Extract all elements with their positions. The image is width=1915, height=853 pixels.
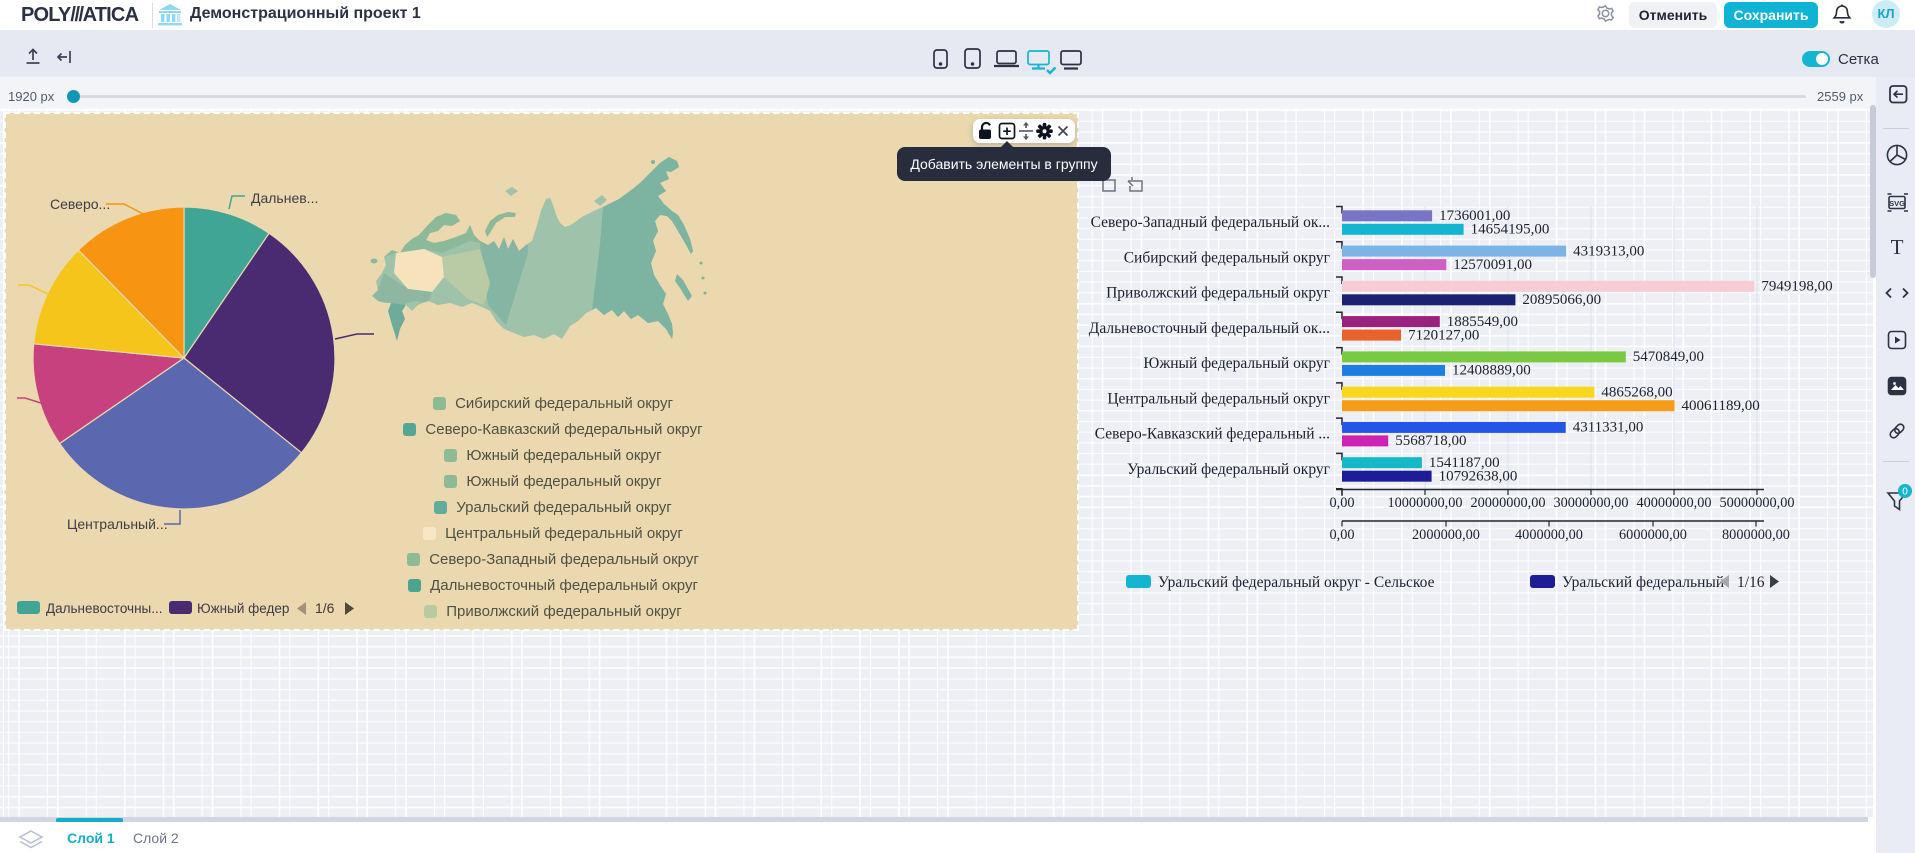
svg-text:Северо-Кавказский федеральный: Северо-Кавказский федеральный ... bbox=[1095, 426, 1330, 443]
svg-text:7120127,00: 7120127,00 bbox=[1408, 327, 1479, 343]
svg-text:Южный федеральный округ: Южный федеральный округ bbox=[1143, 355, 1330, 372]
svg-text:Уральский федеральный округ: Уральский федеральный округ bbox=[1127, 461, 1330, 478]
svg-text:40000000,00: 40000000,00 bbox=[1636, 495, 1711, 511]
svg-text:7949198,00: 7949198,00 bbox=[1761, 279, 1832, 295]
svg-text:5470849,00: 5470849,00 bbox=[1633, 349, 1704, 365]
svg-text:0: 0 bbox=[1902, 487, 1908, 498]
svg-text:Северо...: Северо... bbox=[50, 196, 110, 212]
svg-text:Центральный федеральный округ: Центральный федеральный округ bbox=[1107, 390, 1330, 407]
svg-text:4311331,00: 4311331,00 bbox=[1573, 420, 1644, 436]
svg-text:4865268,00: 4865268,00 bbox=[1601, 385, 1672, 401]
svg-text:20000000,00: 20000000,00 bbox=[1470, 495, 1545, 511]
svg-text:14654195,00: 14654195,00 bbox=[1471, 222, 1550, 238]
svg-text:10000000,00: 10000000,00 bbox=[1387, 495, 1462, 511]
svg-text:5568718,00: 5568718,00 bbox=[1395, 433, 1466, 449]
svg-text:8000000,00: 8000000,00 bbox=[1722, 527, 1790, 543]
svg-text:4319313,00: 4319313,00 bbox=[1573, 243, 1644, 259]
svg-text:Сибирский федеральный округ: Сибирский федеральный округ bbox=[1124, 249, 1330, 266]
svg-text:Центральный...: Центральный... bbox=[67, 516, 168, 532]
svg-text:T: T bbox=[1891, 235, 1904, 259]
svg-text:Уральский федеральный округ -: Уральский федеральный округ - Сельское bbox=[1158, 574, 1435, 591]
svg-text:Северо-Западный федеральный ок: Северо-Западный федеральный ок... bbox=[1091, 214, 1330, 231]
svg-text:Дальневосточный федеральный ок: Дальневосточный федеральный ок... bbox=[1089, 320, 1330, 337]
svg-text:12570091,00: 12570091,00 bbox=[1453, 257, 1532, 273]
svg-text:10792638,00: 10792638,00 bbox=[1439, 469, 1518, 485]
svg-text:Уральский федеральный: Уральский федеральный bbox=[1562, 574, 1724, 591]
svg-text:50000000,00: 50000000,00 bbox=[1719, 495, 1794, 511]
svg-text:4000000,00: 4000000,00 bbox=[1515, 527, 1583, 543]
svg-text:SVG: SVG bbox=[1889, 199, 1905, 208]
svg-text:0,00: 0,00 bbox=[1329, 527, 1354, 543]
svg-text:Дальнев...: Дальнев... bbox=[251, 190, 318, 206]
svg-text:6000000,00: 6000000,00 bbox=[1619, 527, 1687, 543]
svg-text:12408889,00: 12408889,00 bbox=[1452, 363, 1531, 379]
svg-text:2000000,00: 2000000,00 bbox=[1412, 527, 1480, 543]
svg-text:Приволжский федеральный округ: Приволжский федеральный округ bbox=[1106, 285, 1330, 302]
svg-text:1/16: 1/16 bbox=[1737, 574, 1765, 591]
svg-text:20895066,00: 20895066,00 bbox=[1522, 292, 1601, 308]
svg-text:30000000,00: 30000000,00 bbox=[1553, 495, 1628, 511]
svg-text:40061189,00: 40061189,00 bbox=[1682, 398, 1760, 414]
svg-text:0,00: 0,00 bbox=[1329, 495, 1354, 511]
